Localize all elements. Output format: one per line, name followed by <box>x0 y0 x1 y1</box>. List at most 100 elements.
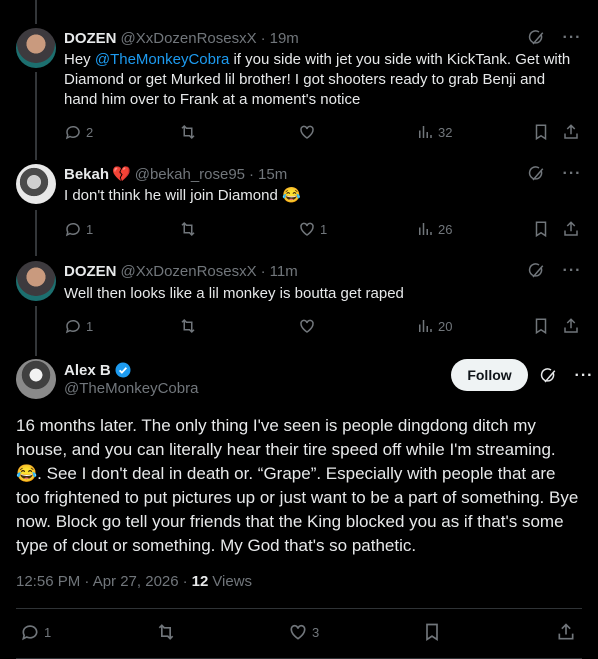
mention-link[interactable]: @TheMonkeyCobra <box>95 51 229 68</box>
thread-line-top <box>35 0 37 24</box>
tweet-timestamp[interactable]: 12:56 PM · Apr 27, 2026 <box>16 573 179 590</box>
reply-icon <box>65 319 80 334</box>
heart-icon <box>290 624 306 640</box>
tweet-header: DOZEN @XxDozenRosesxX · 19m ··· <box>64 28 582 48</box>
tweet-text: Well then looks like a lil monkey is bou… <box>64 285 404 302</box>
tweet-actions: 1 3 <box>16 622 582 646</box>
like-button[interactable] <box>298 316 316 336</box>
heart-icon <box>300 125 314 139</box>
share-icon <box>564 221 578 236</box>
bookmark-icon <box>535 221 547 238</box>
header-actions: ··· <box>526 164 582 184</box>
bookmark-icon <box>426 623 438 642</box>
repost-button[interactable] <box>179 316 197 336</box>
like-button[interactable]: 3 <box>288 622 319 642</box>
repost-button[interactable] <box>156 622 176 642</box>
views-count: 32 <box>438 124 453 140</box>
bookmark-icon <box>535 318 547 335</box>
grok-icon[interactable] <box>526 261 546 281</box>
views-button[interactable]: 32 <box>416 122 452 142</box>
user-handle[interactable]: @bekah_rose95 <box>135 166 245 183</box>
more-icon[interactable]: ··· <box>562 28 582 48</box>
repost-icon <box>181 318 195 334</box>
repost-icon <box>181 221 195 237</box>
user-handle[interactable]: @XxDozenRosesxX <box>121 30 257 47</box>
repost-button[interactable] <box>179 219 197 239</box>
analytics-icon <box>419 320 432 332</box>
thread-line-3 <box>35 306 37 356</box>
reply-count: 2 <box>86 124 94 140</box>
display-name[interactable]: Bekah <box>64 166 109 183</box>
avatar[interactable] <box>16 28 56 68</box>
share-button[interactable] <box>562 316 580 336</box>
more-icon[interactable]: ··· <box>562 261 582 281</box>
bookmark-button[interactable] <box>422 622 442 642</box>
user-handle[interactable]: @TheMonkeyCobra <box>64 380 198 397</box>
bookmark-button[interactable] <box>532 219 550 239</box>
heart-icon <box>300 319 314 333</box>
reply-button[interactable]: 1 <box>20 622 51 642</box>
thread-line-1 <box>35 72 37 160</box>
tweet-time[interactable]: 19m <box>270 30 299 47</box>
like-count: 3 <box>312 624 320 640</box>
like-count: 1 <box>320 221 328 237</box>
heart-icon <box>300 222 314 236</box>
separator-dot: · <box>260 262 266 280</box>
reply-count: 1 <box>86 221 94 237</box>
header-actions: ··· <box>526 261 582 281</box>
share-icon <box>558 623 574 640</box>
separator-dot: · <box>260 29 266 47</box>
grok-icon[interactable] <box>538 366 558 386</box>
tweet-text: Hey @TheMonkeyCobra if you side with jet… <box>64 50 582 110</box>
avatar[interactable] <box>16 164 56 204</box>
follow-button[interactable]: Follow <box>451 359 528 391</box>
reply-button[interactable]: 2 <box>64 122 93 142</box>
user-handle[interactable]: @XxDozenRosesxX <box>121 263 257 280</box>
reply-count: 1 <box>44 624 52 640</box>
display-name[interactable]: Alex B <box>64 362 111 379</box>
repost-button[interactable] <box>179 122 197 142</box>
tweet-text-start: Hey <box>64 51 95 68</box>
grok-icon[interactable] <box>526 164 546 184</box>
views-button[interactable]: 26 <box>416 219 452 239</box>
like-button[interactable] <box>298 122 316 142</box>
views-label: Views <box>212 573 253 590</box>
tweet-meta: 12:56 PM · Apr 27, 2026 · 12 Views <box>16 573 252 590</box>
repost-icon <box>158 624 174 640</box>
tweet-time[interactable]: 15m <box>258 166 287 183</box>
reply-icon <box>22 625 38 641</box>
separator-dot: · <box>182 573 188 590</box>
bookmark-button[interactable] <box>532 122 550 142</box>
grok-icon[interactable] <box>526 28 546 48</box>
share-button[interactable] <box>556 622 576 642</box>
display-name[interactable]: DOZEN <box>64 30 117 47</box>
analytics-icon <box>419 223 432 235</box>
divider <box>16 608 582 609</box>
views-count: 26 <box>438 221 453 237</box>
views-button[interactable]: 20 <box>416 316 452 336</box>
repost-icon <box>181 124 195 140</box>
share-icon <box>564 318 578 333</box>
avatar[interactable] <box>16 359 56 399</box>
views-count: 12 <box>191 573 209 590</box>
reply-count: 1 <box>86 318 94 334</box>
reply-icon <box>65 222 80 237</box>
tweet-text: I don't think he will join Diamond 😂 <box>64 187 301 204</box>
analytics-icon <box>419 126 432 138</box>
verified-badge-icon <box>115 362 131 378</box>
thread-line-2 <box>35 210 37 256</box>
tweet-header: DOZEN @XxDozenRosesxX · 11m ··· <box>64 261 582 281</box>
header-actions: ··· <box>538 366 594 386</box>
share-button[interactable] <box>562 219 580 239</box>
name-emoji: 💔 <box>112 166 131 183</box>
more-icon[interactable]: ··· <box>574 366 594 386</box>
reply-button[interactable]: 1 <box>64 219 93 239</box>
avatar[interactable] <box>16 261 56 301</box>
bookmark-button[interactable] <box>532 316 550 336</box>
share-button[interactable] <box>562 122 580 142</box>
like-button[interactable]: 1 <box>298 219 327 239</box>
display-name[interactable]: DOZEN <box>64 263 117 280</box>
tweet-time[interactable]: 11m <box>270 263 298 280</box>
reply-button[interactable]: 1 <box>64 316 93 336</box>
more-icon[interactable]: ··· <box>562 164 582 184</box>
